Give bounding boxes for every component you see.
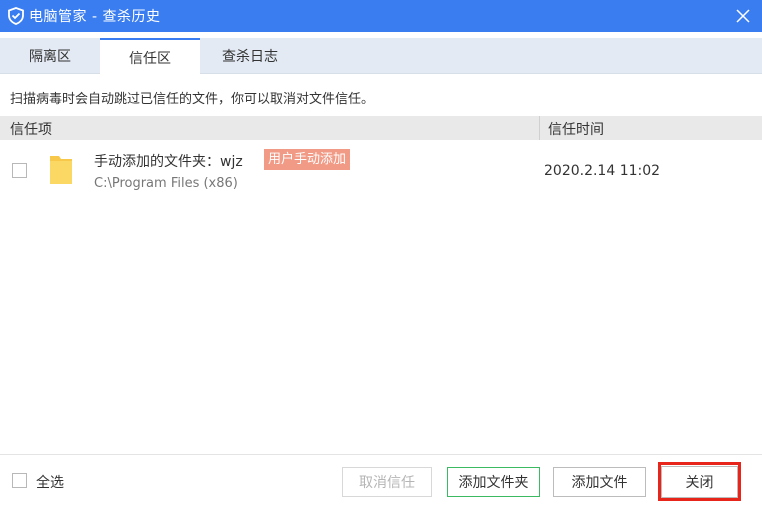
close-button-highlight	[658, 462, 741, 501]
table-header: 信任项 信任时间	[0, 116, 762, 140]
tab-label: 查杀日志	[222, 49, 278, 65]
column-header-trust-item: 信任项	[10, 122, 52, 138]
trusted-item-name: 手动添加的文件夹：wjz	[94, 154, 243, 170]
select-all-checkbox[interactable]	[12, 473, 27, 488]
title-bar: 电脑管家 - 查杀历史	[0, 0, 762, 32]
add-file-button[interactable]: 添加文件	[553, 467, 646, 497]
tab-scan-log[interactable]: 查杀日志	[200, 38, 300, 74]
tab-label: 信任区	[129, 50, 171, 67]
manual-add-badge: 用户手动添加	[264, 149, 351, 170]
column-header-trust-time: 信任时间	[548, 122, 604, 138]
folder-icon	[47, 153, 75, 187]
column-divider	[539, 116, 540, 140]
tab-label: 隔离区	[29, 49, 71, 65]
trusted-item-path: C:\Program Files (x86)	[94, 176, 238, 191]
close-icon[interactable]	[732, 5, 754, 27]
tab-trust-zone[interactable]: 信任区	[100, 38, 200, 75]
cancel-trust-button[interactable]: 取消信任	[342, 467, 432, 497]
tab-bar: 隔离区 信任区 查杀日志	[0, 38, 762, 75]
window-title: 电脑管家 - 查杀历史	[29, 9, 161, 25]
footer-divider	[0, 454, 762, 455]
trusted-item-time: 2020.2.14 11:02	[544, 163, 661, 179]
row-checkbox[interactable]	[12, 163, 27, 178]
add-folder-button[interactable]: 添加文件夹	[447, 467, 540, 497]
table-row[interactable]: 手动添加的文件夹：wjz 用户手动添加 C:\Program Files (x8…	[0, 141, 762, 201]
select-all-label: 全选	[36, 475, 64, 491]
tab-quarantine[interactable]: 隔离区	[2, 38, 98, 74]
trust-notice-text: 扫描病毒时会自动跳过已信任的文件，你可以取消对文件信任。	[10, 92, 375, 107]
shield-logo-icon	[7, 7, 25, 25]
